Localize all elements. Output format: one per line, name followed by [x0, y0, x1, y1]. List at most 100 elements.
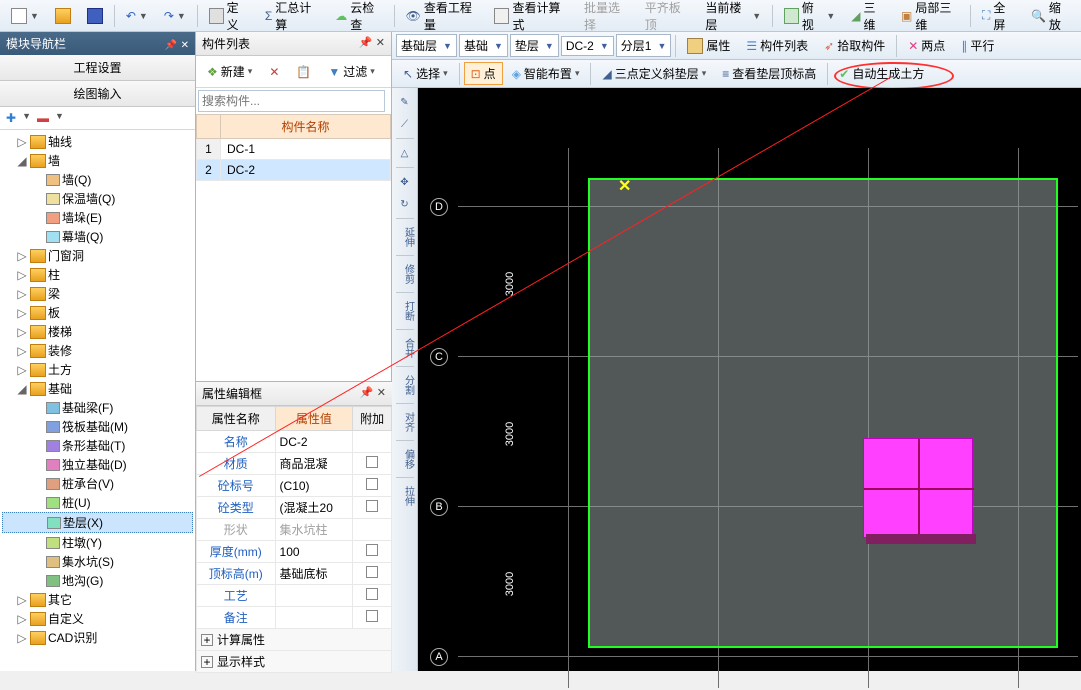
point-button[interactable]: ⊡点 — [464, 62, 503, 85]
category-combo[interactable]: 基础▼ — [459, 34, 508, 57]
tree-node-wall[interactable]: ◢墙 — [2, 151, 193, 170]
redo-button[interactable]: ↷▼ — [157, 6, 193, 26]
cloud-check-button[interactable]: ☁ 云检查 — [328, 0, 389, 36]
tree-node-column[interactable]: ▷柱 — [2, 265, 193, 284]
tree-node-earth[interactable]: ▷土方 — [2, 360, 193, 379]
local-3d-button[interactable]: ▣局部三维 — [894, 0, 966, 36]
tree-node-found-beam[interactable]: 基础梁(F) — [2, 398, 193, 417]
pin-icon[interactable]: 📌 — [165, 40, 177, 51]
view-elev-button[interactable]: ≡查看垫层顶标高 — [715, 62, 823, 85]
tool-pointer-icon[interactable]: ✎ — [394, 92, 416, 112]
tool-mirror-icon[interactable]: △ — [394, 143, 416, 163]
new-component-button[interactable]: ❖新建▾ — [200, 60, 259, 83]
tree-node-door[interactable]: ▷门窗洞 — [2, 246, 193, 265]
floor-combo[interactable]: 基础层▼ — [396, 34, 457, 57]
close-icon[interactable]: ✕ — [376, 37, 385, 49]
top-view-button[interactable]: 俯视▼ — [777, 0, 842, 36]
two-point-button[interactable]: ✕两点 — [901, 34, 952, 57]
tool-move-icon[interactable]: ✥ — [394, 172, 416, 192]
tool-offset[interactable]: 偏移 — [394, 445, 416, 473]
define-button[interactable]: 定义 — [202, 0, 256, 36]
table-row[interactable]: 2DC-2 — [197, 160, 391, 181]
tree-node-wall-q[interactable]: 墙(Q) — [2, 170, 193, 189]
prop-row[interactable]: 砼类型(混凝土20 — [197, 497, 392, 519]
pin-icon[interactable]: 📌 — [360, 387, 374, 399]
tool-split[interactable]: 分割 — [394, 371, 416, 399]
save-button[interactable] — [80, 5, 110, 27]
subcategory-combo[interactable]: 垫层▼ — [510, 34, 559, 57]
collapse-all-button[interactable]: ▬ — [37, 111, 49, 125]
prop-row[interactable]: 形状集水坑柱 — [197, 519, 392, 541]
tree-node-pier[interactable]: 柱墩(Y) — [2, 533, 193, 552]
batch-select-button[interactable]: 批量选择 — [577, 0, 636, 36]
tab-project-settings[interactable]: 工程设置 — [0, 55, 195, 81]
tree-node-stair[interactable]: ▷楼梯 — [2, 322, 193, 341]
select-button[interactable]: ↖选择▾ — [396, 62, 455, 85]
tree-node-wall-duo[interactable]: 墙垛(E) — [2, 208, 193, 227]
expand-all-button[interactable]: ✚ — [6, 111, 16, 125]
prop-row[interactable]: 材质商品混凝 — [197, 453, 392, 475]
tool-brush-icon[interactable]: ⟋ — [394, 114, 416, 134]
pick-button[interactable]: ➶拾取构件 — [817, 34, 892, 57]
drawing-viewport[interactable]: D C B A 3000 3000 3000 ✕ — [418, 88, 1081, 671]
tree-node-isolated[interactable]: 独立基础(D) — [2, 455, 193, 474]
tree-node-cad[interactable]: ▷CAD识别 — [2, 628, 193, 647]
tree-node-decor[interactable]: ▷装修 — [2, 341, 193, 360]
table-row[interactable]: 1DC-1 — [197, 139, 391, 160]
close-icon[interactable]: ✕ — [181, 40, 189, 51]
tree-node-cap[interactable]: 桩承台(V) — [2, 474, 193, 493]
tree-node-strip[interactable]: 条形基础(T) — [2, 436, 193, 455]
tree-node-bedding[interactable]: 垫层(X) — [2, 512, 193, 533]
tree-node-pile[interactable]: 桩(U) — [2, 493, 193, 512]
view-eng-button[interactable]: 👁 查看工程量 — [399, 0, 486, 36]
tab-draw-input[interactable]: 绘图输入 — [0, 81, 195, 107]
parallel-button[interactable]: ∥平行 — [954, 34, 1001, 57]
attributes-button[interactable]: 属性 — [680, 34, 737, 57]
tree-node-insul-wall[interactable]: 保温墙(Q) — [2, 189, 193, 208]
current-floor-combo[interactable]: 当前楼层 ▼ — [698, 0, 768, 36]
prop-row[interactable]: 工艺 — [197, 585, 392, 607]
tree-node-curtain[interactable]: 幕墙(Q) — [2, 227, 193, 246]
prop-row[interactable]: 厚度(mm)100 — [197, 541, 392, 563]
tree-node-axis[interactable]: ▷轴线 — [2, 132, 193, 151]
tree-node-beam[interactable]: ▷梁 — [2, 284, 193, 303]
tool-extend[interactable]: 延伸 — [394, 223, 416, 251]
pin-icon[interactable]: 📌 — [359, 37, 373, 49]
sum-calc-button[interactable]: Σ 汇总计算 — [258, 0, 326, 36]
prop-row[interactable]: 砼标号(C10) — [197, 475, 392, 497]
tree-node-trench[interactable]: 地沟(G) — [2, 571, 193, 590]
search-input[interactable] — [198, 90, 385, 112]
prop-row[interactable]: 顶标高(m)基础底标 — [197, 563, 392, 585]
view-calc-button[interactable]: 查看计算式 — [487, 0, 575, 36]
new-file-button[interactable]: ▼ — [4, 5, 46, 27]
fullscreen-button[interactable]: ⛶全屏 — [975, 0, 1022, 36]
zoom-button[interactable]: 🔍缩放 — [1024, 0, 1077, 36]
tool-rotate-icon[interactable]: ↻ — [394, 194, 416, 214]
filter-button[interactable]: ▼过滤▾ — [321, 60, 381, 83]
tree-node-sump[interactable]: 集水坑(S) — [2, 552, 193, 571]
undo-button[interactable]: ↶▼ — [119, 6, 155, 26]
three-point-button[interactable]: ◢三点定义斜垫层▾ — [595, 62, 713, 85]
tool-trim[interactable]: 修剪 — [394, 260, 416, 288]
item-combo[interactable]: DC-2▼ — [561, 36, 614, 56]
complist-button[interactable]: ☰构件列表 — [739, 34, 815, 57]
tool-stretch[interactable]: 拉伸 — [394, 482, 416, 510]
close-icon[interactable]: ✕ — [377, 387, 386, 399]
foundation-element[interactable] — [863, 438, 973, 538]
open-button[interactable] — [48, 5, 78, 27]
tree-node-slab[interactable]: ▷板 — [2, 303, 193, 322]
smart-layout-button[interactable]: ◈智能布置▾ — [505, 62, 587, 85]
prop-row[interactable]: 备注 — [197, 607, 392, 629]
delete-button[interactable]: ✕ — [262, 62, 286, 82]
tool-break[interactable]: 打断 — [394, 297, 416, 325]
level-top-button[interactable]: 平齐板顶 — [638, 0, 697, 36]
3d-button[interactable]: ◢三维 — [844, 0, 892, 36]
tree-node-foundation[interactable]: ◢基础 — [2, 379, 193, 398]
prop-row-expand[interactable]: +计算属性 — [197, 629, 392, 651]
layer-combo[interactable]: 分层1▼ — [616, 34, 672, 57]
tree-node-other[interactable]: ▷其它 — [2, 590, 193, 609]
tree-node-custom[interactable]: ▷自定义 — [2, 609, 193, 628]
prop-row-expand[interactable]: +显示样式 — [197, 651, 392, 673]
prop-row[interactable]: 名称DC-2 — [197, 431, 392, 453]
tool-align[interactable]: 对齐 — [394, 408, 416, 436]
